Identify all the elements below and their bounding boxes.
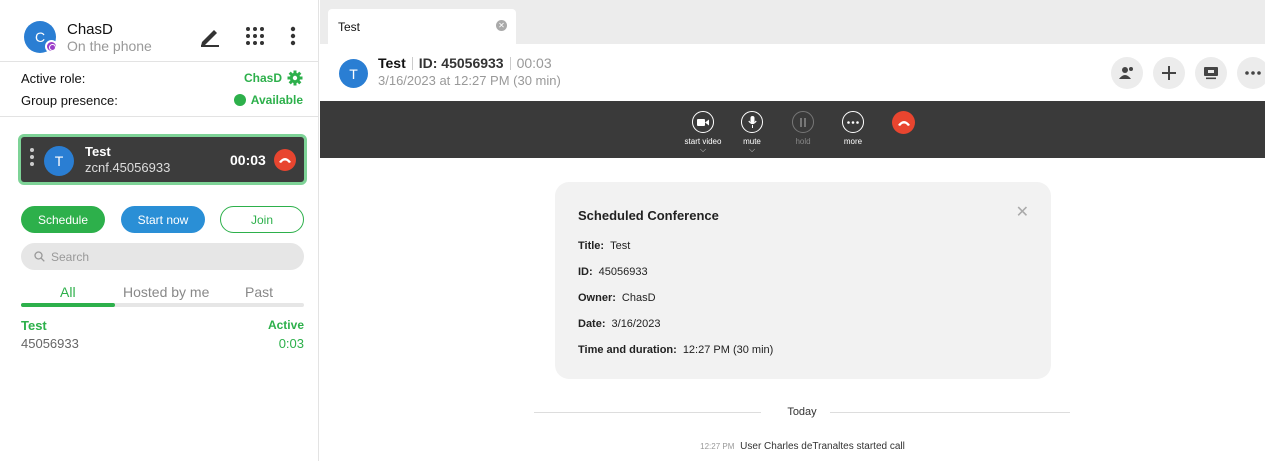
tab-all[interactable]: All <box>60 284 76 300</box>
tab-test[interactable]: Test ✕ <box>328 9 516 44</box>
call-controls-bar: start video ⌵ mute ⌵ hold more <box>320 101 1265 158</box>
kebab-icon[interactable] <box>285 24 301 48</box>
call-address: zcnf.45056933 <box>85 160 171 175</box>
tab-label: Test <box>338 20 361 34</box>
conference-duration: 0:03 <box>278 336 304 351</box>
sidebar: C ChasD On the phone Active role: ChasD … <box>0 0 319 461</box>
end-call-button[interactable] <box>892 111 915 134</box>
active-role-name: ChasD <box>243 71 282 85</box>
conversation-panel: Test ✕ T Test ID: 45056933 00:03 3/16/20… <box>320 0 1265 461</box>
hangup-icon <box>897 120 910 126</box>
time-row: Time and duration: 12:27 PM (30 min) <box>578 344 774 356</box>
conversation-name: Test <box>378 55 406 71</box>
grid-icon[interactable] <box>243 24 267 48</box>
active-role-label: Active role: <box>21 71 86 86</box>
date-divider: Today <box>534 404 1070 420</box>
search-icon <box>34 251 45 262</box>
conversation-id: ID: 45056933 <box>418 55 504 71</box>
list-item[interactable]: Test Active 45056933 0:03 <box>21 318 304 354</box>
call-avatar: T <box>44 146 74 176</box>
chevron-down-icon[interactable]: ⌵ <box>678 146 728 154</box>
more-icon <box>842 111 864 133</box>
date-row: Date: 3/16/2023 <box>578 318 661 330</box>
group-presence-label: Group presence: <box>21 93 118 108</box>
schedule-button[interactable]: Schedule <box>21 206 105 233</box>
conference-tabs: All Hosted by me Past <box>21 284 304 308</box>
call-name: Test <box>85 144 111 159</box>
search-input[interactable]: Search <box>21 243 304 270</box>
conversation-avatar: T <box>339 59 368 88</box>
user-status: On the phone <box>67 38 152 54</box>
ellipsis-icon <box>1245 71 1261 75</box>
screen-share-icon <box>1204 67 1218 80</box>
start-now-button[interactable]: Start now <box>121 206 205 233</box>
tab-hosted-by-me[interactable]: Hosted by me <box>123 284 209 300</box>
divider-line <box>830 412 1070 413</box>
group-presence-value[interactable]: Available <box>233 93 303 107</box>
microphone-icon <box>741 111 763 133</box>
conversation-header: T Test ID: 45056933 00:03 3/16/2023 at 1… <box>320 44 1265 101</box>
tab-past[interactable]: Past <box>245 284 273 300</box>
user-header: C ChasD On the phone <box>0 0 318 62</box>
pencil-icon[interactable] <box>197 24 223 48</box>
window-tabbar: Test ✕ <box>320 0 1265 44</box>
title-row: Title: Test <box>578 240 631 252</box>
more-button[interactable]: more <box>828 111 878 146</box>
group-presence-status: Available <box>250 93 303 107</box>
owner-row: Owner: ChasD <box>578 292 656 304</box>
start-video-button[interactable]: start video ⌵ <box>678 111 728 154</box>
call-timer: 00:03 <box>230 152 266 168</box>
on-phone-status-icon <box>45 40 58 53</box>
separator <box>509 56 511 70</box>
participants-icon <box>1119 67 1133 79</box>
plus-icon <box>1162 66 1176 80</box>
available-dot-icon <box>233 94 246 106</box>
close-icon[interactable]: ✕ <box>1016 202 1029 222</box>
drag-handle-icon[interactable] <box>30 148 34 166</box>
hangup-icon <box>279 158 291 163</box>
conference-id: 45056933 <box>21 336 79 351</box>
participants-button[interactable] <box>1111 57 1143 89</box>
card-title: Scheduled Conference <box>578 208 719 223</box>
hold-button[interactable]: hold <box>778 111 828 146</box>
user-name: ChasD <box>67 21 113 38</box>
video-icon <box>692 111 714 133</box>
conversation-datetime: 3/16/2023 at 12:27 PM (30 min) <box>378 73 561 88</box>
join-button[interactable]: Join <box>220 206 304 233</box>
pause-icon <box>792 111 814 133</box>
id-row: ID: 45056933 <box>578 266 648 278</box>
active-role-value[interactable]: ChasD <box>244 70 303 86</box>
more-options-button[interactable] <box>1237 57 1265 89</box>
chevron-down-icon[interactable]: ⌵ <box>727 146 777 154</box>
mute-button[interactable]: mute ⌵ <box>727 111 777 154</box>
active-call-card[interactable]: T Test zcnf.45056933 00:03 <box>18 134 307 185</box>
separator <box>411 56 413 70</box>
divider <box>0 116 318 117</box>
conversation-title-row: Test ID: 45056933 00:03 <box>378 55 552 71</box>
conference-state: Active <box>267 318 304 332</box>
search-placeholder: Search <box>51 249 90 264</box>
hold-label: hold <box>795 137 811 146</box>
conversation-timer: 00:03 <box>516 55 552 71</box>
log-time: 12:27 PM <box>700 442 735 451</box>
conference-title: Test <box>21 318 47 333</box>
tab-indicator <box>21 303 115 307</box>
add-button[interactable] <box>1153 57 1185 89</box>
close-icon[interactable]: ✕ <box>496 20 507 31</box>
chat-log-entry: 12:27 PM User Charles deTranaltes starte… <box>320 441 1265 452</box>
screen-share-button[interactable] <box>1195 57 1227 89</box>
scheduled-conference-card: Scheduled Conference ✕ Title: Test ID: 450… <box>555 182 1051 379</box>
gear-icon[interactable] <box>287 70 303 86</box>
log-text: User Charles deTranaltes started call <box>740 441 905 452</box>
more-label: more <box>843 137 863 146</box>
hangup-button[interactable] <box>274 149 296 171</box>
